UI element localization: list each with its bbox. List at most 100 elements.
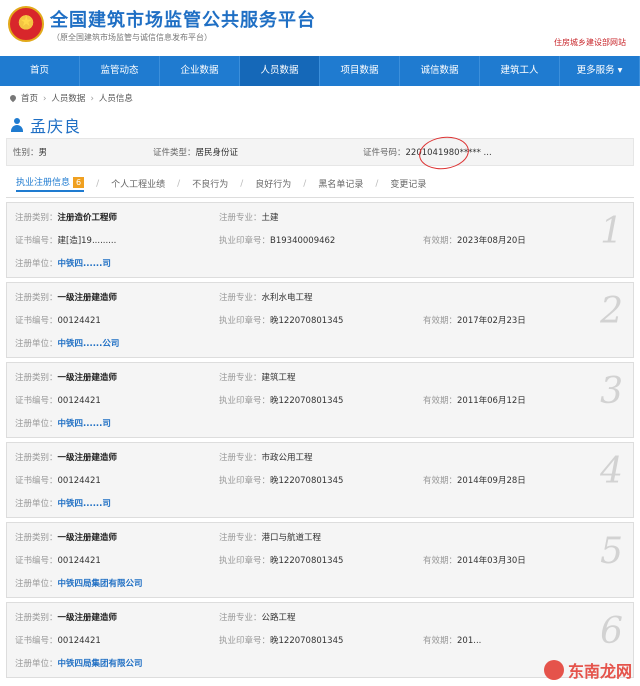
record-row: 有效期：2023年08月20日 <box>423 234 526 248</box>
ministry-link[interactable]: 住房城乡建设部网站 <box>554 37 626 48</box>
seal-no-value: 晚122070801345 <box>270 396 344 406</box>
record-row: 注册类别：一级注册建造师 <box>15 531 117 545</box>
tab-separator: / <box>240 178 244 189</box>
registration-record-card: 注册类别：一级注册建造师 注册专业：市政公用工程证书编号：00124421 执业印章… <box>6 442 634 518</box>
nav-regulation-news[interactable]: 监管动态 <box>80 56 160 86</box>
nav-home[interactable]: 首页 <box>0 56 80 86</box>
cert-no-value: 00124421 <box>57 396 101 406</box>
record-row: 有效期：2014年09月28日 <box>423 474 526 488</box>
tab-bad-behavior[interactable]: 不良行为 <box>192 177 228 190</box>
record-row: 注册单位：中铁四......司 <box>15 497 111 511</box>
nav-more-services[interactable]: 更多服务 ▾ <box>560 56 640 86</box>
record-row: 注册单位：中铁四......公司 <box>15 337 119 351</box>
record-number: 4 <box>600 451 623 492</box>
record-row: 注册单位：中铁四......司 <box>15 417 111 431</box>
valid-label: 有效期： <box>423 396 458 406</box>
tab-separator: / <box>303 178 307 189</box>
specialty-label: 注册专业： <box>219 293 262 303</box>
registration-record-card: 注册类别：一级注册建造师 注册专业：港口与航道工程 证书编号：00124421 执业印… <box>6 522 634 598</box>
nav-credit-data[interactable]: 诚信数据 <box>400 56 480 86</box>
reg-type-value: 一级注册建造师 <box>57 613 118 623</box>
specialty-value: 水利水电工程 <box>261 293 313 303</box>
watermark-text: 东南龙网 <box>567 662 632 681</box>
record-number: 3 <box>600 371 623 412</box>
record-row: 注册专业：港口与航道工程 <box>219 531 321 545</box>
record-row: 执业印章号：B19340009462 <box>219 234 335 248</box>
seal-no-label: 执业印章号： <box>219 236 271 246</box>
tab-personal-performance[interactable]: 个人工程业绩 <box>111 177 165 190</box>
record-row: 注册类别：一级注册建造师 <box>15 291 117 305</box>
red-circle-annotation <box>417 133 471 173</box>
site-title[interactable]: 全国建筑市场监管公共服务平台 <box>50 6 316 32</box>
record-number: 1 <box>600 211 623 252</box>
valid-value: 2023年08月20日 <box>457 236 526 246</box>
reg-type-label: 注册类别： <box>15 293 58 303</box>
tab-label: 执业注册信息 <box>16 178 71 188</box>
person-heading: 孟庆良 <box>0 112 640 138</box>
record-row: 有效期：2011年06月12日 <box>423 394 526 408</box>
reg-type-value: 一级注册建造师 <box>57 533 118 543</box>
cert-no-label: 证书编号： <box>15 316 58 326</box>
unit-link[interactable]: 中铁四局集团有限公司 <box>58 659 143 669</box>
specialty-value: 市政公用工程 <box>261 453 313 463</box>
unit-link[interactable]: 中铁四局集团有限公司 <box>58 579 143 589</box>
reg-type-label: 注册类别： <box>15 453 58 463</box>
gender-label: 性别： <box>13 148 39 158</box>
cert-no-value: 00124421 <box>57 476 101 486</box>
specialty-label: 注册专业： <box>219 533 262 543</box>
count-badge: 6 <box>73 177 85 188</box>
valid-value: 2017年02月23日 <box>457 316 526 326</box>
valid-label: 有效期： <box>423 236 458 246</box>
reg-type-label: 注册类别： <box>15 533 58 543</box>
nav-personnel-data[interactable]: 人员数据 <box>240 56 320 86</box>
record-row: 有效期：2017年02月23日 <box>423 314 526 328</box>
breadcrumb: 首页 › 人员数据 › 人员信息 <box>0 86 640 112</box>
unit-link[interactable]: 中铁四......司 <box>58 419 111 429</box>
breadcrumb-separator: › <box>90 94 94 104</box>
record-row: 证书编号：00124421 <box>15 314 101 328</box>
unit-label: 注册单位： <box>15 659 58 669</box>
valid-label: 有效期： <box>423 476 458 486</box>
record-row: 注册类别：注册造价工程师 <box>15 211 117 225</box>
id-type-field: 证件类型：居民身份证 <box>153 146 363 158</box>
registration-record-card: 注册类别：一级注册建造师 注册专业：水利水电工程证书编号：00124421 执业印章… <box>6 282 634 358</box>
reg-type-value: 注册造价工程师 <box>57 213 118 223</box>
seal-no-value: 晚122070801345 <box>270 556 344 566</box>
cert-no-label: 证书编号： <box>15 476 58 486</box>
specialty-label: 注册专业： <box>219 453 262 463</box>
cert-no-label: 证书编号： <box>15 236 58 246</box>
tab-registration-info[interactable]: 执业注册信息 6 <box>16 175 85 192</box>
valid-value: 2014年03月30日 <box>457 556 526 566</box>
breadcrumb-personnel[interactable]: 人员数据 <box>51 94 85 104</box>
nav-construction-workers[interactable]: 建筑工人 <box>480 56 560 86</box>
registration-records: 注册类别：注册造价工程师 注册专业：土建 证书编号：建[造]19......... 执… <box>6 202 634 678</box>
seal-no-label: 执业印章号： <box>219 636 271 646</box>
tab-change-records[interactable]: 变更记录 <box>390 177 426 190</box>
record-row: 注册类别：一级注册建造师 <box>15 451 117 465</box>
unit-link[interactable]: 中铁四......司 <box>58 259 111 269</box>
seal-no-value: 晚122070801345 <box>270 316 344 326</box>
nav-project-data[interactable]: 项目数据 <box>320 56 400 86</box>
unit-link[interactable]: 中铁四......公司 <box>58 339 120 349</box>
unit-label: 注册单位： <box>15 339 58 349</box>
seal-no-label: 执业印章号： <box>219 556 271 566</box>
record-row: 注册类别：一级注册建造师 <box>15 371 117 385</box>
breadcrumb-home[interactable]: 首页 <box>21 94 38 104</box>
record-row: 注册专业：市政公用工程 <box>219 451 313 465</box>
tab-blacklist[interactable]: 黑名单记录 <box>318 177 363 190</box>
national-emblem-icon <box>8 6 44 42</box>
record-row: 注册专业：建筑工程 <box>219 371 296 385</box>
record-row: 注册类别：一级注册建造师 <box>15 611 117 625</box>
record-row: 执业印章号：晚122070801345 <box>219 314 343 328</box>
reg-type-label: 注册类别： <box>15 213 58 223</box>
id-type-value: 居民身份证 <box>195 148 239 158</box>
watermark-logo-icon <box>543 660 564 680</box>
unit-link[interactable]: 中铁四......司 <box>58 499 111 509</box>
specialty-label: 注册专业： <box>219 613 262 623</box>
record-row: 注册单位：中铁四局集团有限公司 <box>15 577 143 591</box>
valid-label: 有效期： <box>423 636 458 646</box>
tab-good-behavior[interactable]: 良好行为 <box>255 177 291 190</box>
nav-enterprise-data[interactable]: 企业数据 <box>160 56 240 86</box>
record-row: 执业印章号：晚122070801345 <box>219 474 343 488</box>
seal-no-label: 执业印章号： <box>219 396 271 406</box>
